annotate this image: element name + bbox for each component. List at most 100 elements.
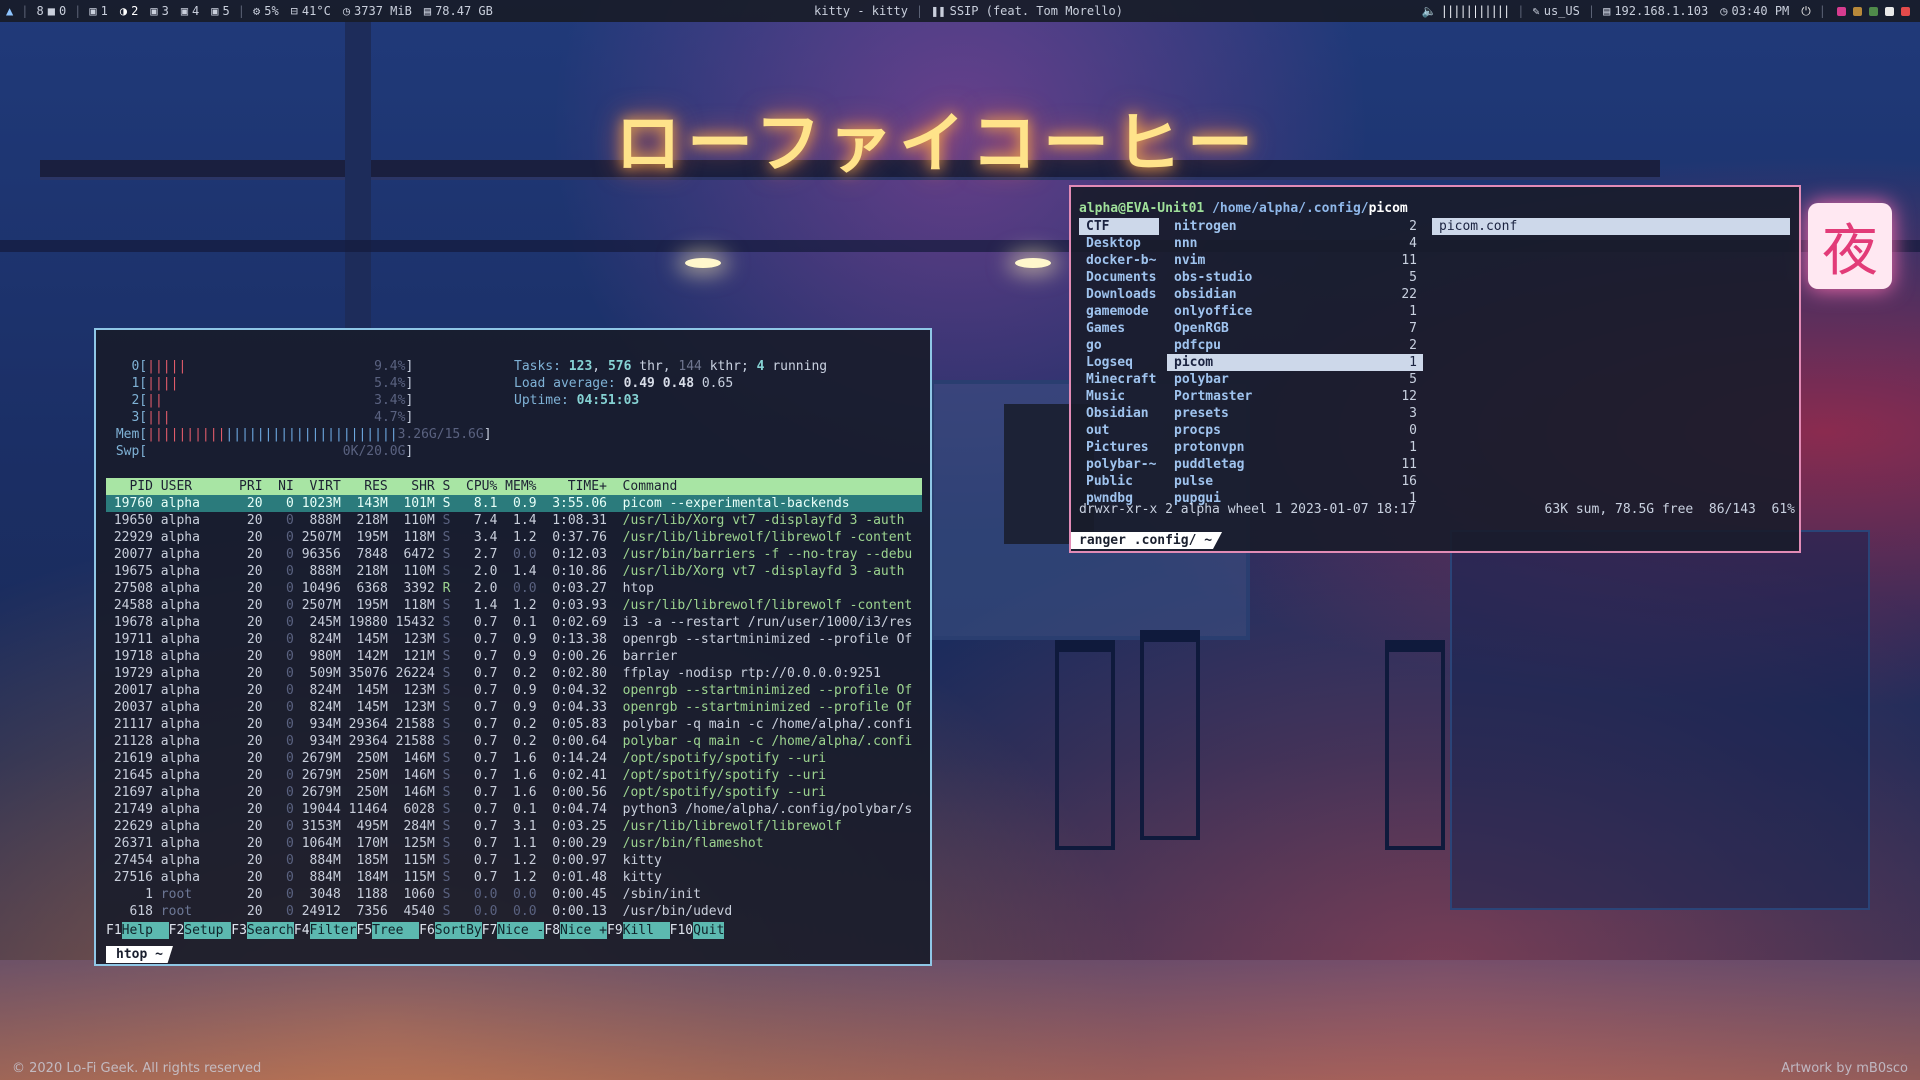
- process-row[interactable]: 21749 alpha 20 0 19044 11464 6028 S 0.7 …: [106, 801, 922, 818]
- workspace-2[interactable]: ◑ 2: [114, 4, 144, 18]
- volume-module[interactable]: 🔈 |||||||||||: [1416, 4, 1515, 18]
- parent-dir-item[interactable]: out: [1079, 422, 1159, 439]
- process-row[interactable]: 1 root 20 0 3048 1188 1060 S 0.0 0.0 0:0…: [106, 886, 922, 903]
- tray-app-icon[interactable]: [1853, 6, 1862, 16]
- tray-app-icon[interactable]: [1837, 6, 1846, 16]
- parent-dir-item[interactable]: Games: [1079, 320, 1159, 337]
- process-row[interactable]: 19718 alpha 20 0 980M 142M 121M S 0.7 0.…: [106, 648, 922, 665]
- current-directory-column[interactable]: nitrogen 2 nnn 4 nvim 11 obs-studio 5 obsidian 22…: [1167, 218, 1423, 507]
- parent-directory-column[interactable]: CTF Desktop docker-b~ Documents Downloads gam…: [1079, 218, 1159, 507]
- function-key-label[interactable]: Search: [246, 922, 294, 939]
- htop-terminal[interactable]: 0[||||| 9.4%] 1[|||| 5.4%] 2[|| 3.4%] 3[…: [94, 328, 932, 966]
- dir-entry[interactable]: OpenRGB 7: [1167, 320, 1423, 337]
- dir-entry[interactable]: pdfcpu 2: [1167, 337, 1423, 354]
- function-key[interactable]: F4: [294, 922, 310, 939]
- process-row[interactable]: 19650 alpha 20 0 888M 218M 110M S 7.4 1.…: [106, 512, 922, 529]
- dir-entry[interactable]: nnn 4: [1167, 235, 1423, 252]
- process-row[interactable]: 21619 alpha 20 0 2679M 250M 146M S 0.7 1…: [106, 750, 922, 767]
- parent-dir-item[interactable]: Obsidian: [1079, 405, 1159, 422]
- temp-module[interactable]: ⊟ 41°C: [285, 4, 337, 18]
- dir-entry[interactable]: nitrogen 2: [1167, 218, 1423, 235]
- process-row[interactable]: 19678 alpha 20 0 245M 19880 15432 S 0.7 …: [106, 614, 922, 631]
- process-row[interactable]: 21645 alpha 20 0 2679M 250M 146M S 0.7 1…: [106, 767, 922, 784]
- dir-entry[interactable]: nvim 11: [1167, 252, 1423, 269]
- memory-module[interactable]: ◷ 3737 MiB: [337, 4, 418, 18]
- workspace-3[interactable]: ▣ 3: [144, 4, 174, 18]
- parent-dir-item[interactable]: CTF: [1079, 218, 1159, 235]
- function-key[interactable]: F7: [482, 922, 498, 939]
- process-row[interactable]: 27516 alpha 20 0 884M 184M 115M S 0.7 1.…: [106, 869, 922, 886]
- network-module[interactable]: ▤ 192.168.1.103: [1597, 4, 1714, 18]
- dir-entry[interactable]: pulse 16: [1167, 473, 1423, 490]
- htop-function-keys[interactable]: F1 Help F2 Setup F3 Search F4 Filter F5 Tree F6…: [106, 922, 922, 939]
- parent-dir-item[interactable]: polybar-~: [1079, 456, 1159, 473]
- dir-entry[interactable]: presets 3: [1167, 405, 1423, 422]
- process-row[interactable]: 21128 alpha 20 0 934M 29364 21588 S 0.7 …: [106, 733, 922, 750]
- dir-entry[interactable]: Portmaster 12: [1167, 388, 1423, 405]
- process-row[interactable]: 27454 alpha 20 0 884M 185M 115M S 0.7 1.…: [106, 852, 922, 869]
- process-row[interactable]: 20077 alpha 20 0 96356 7848 6472 S 2.7 0…: [106, 546, 922, 563]
- process-row[interactable]: 21697 alpha 20 0 2679M 250M 146M S 0.7 1…: [106, 784, 922, 801]
- function-key-label[interactable]: SortBy: [434, 922, 482, 939]
- disk-module[interactable]: ▤ 78.47 GB: [418, 4, 499, 18]
- parent-dir-item[interactable]: Public: [1079, 473, 1159, 490]
- dir-entry[interactable]: procps 0: [1167, 422, 1423, 439]
- preview-file[interactable]: picom.conf: [1432, 218, 1790, 235]
- process-row[interactable]: 19760 alpha 20 0 1023M 143M 101M S 8.1 0…: [106, 495, 922, 512]
- process-row[interactable]: 26371 alpha 20 0 1064M 170M 125M S 0.7 1…: [106, 835, 922, 852]
- process-row[interactable]: 20037 alpha 20 0 824M 145M 123M S 0.7 0.…: [106, 699, 922, 716]
- parent-dir-item[interactable]: gamemode: [1079, 303, 1159, 320]
- parent-dir-item[interactable]: Documents: [1079, 269, 1159, 286]
- tray-app-icon[interactable]: [1901, 6, 1910, 16]
- preview-column[interactable]: picom.conf: [1432, 218, 1790, 235]
- parent-dir-item[interactable]: Pictures: [1079, 439, 1159, 456]
- workspace-5[interactable]: ▣ 5: [205, 4, 235, 18]
- process-row[interactable]: 27508 alpha 20 0 10496 6368 3392 R 2.0 0…: [106, 580, 922, 597]
- function-key[interactable]: F9: [607, 922, 623, 939]
- notification-counter[interactable]: 8 ■ 0: [30, 4, 72, 18]
- function-key-label[interactable]: Tree: [372, 922, 420, 939]
- parent-dir-item[interactable]: Logseq: [1079, 354, 1159, 371]
- dir-entry[interactable]: onlyoffice 1: [1167, 303, 1423, 320]
- dir-entry[interactable]: obs-studio 5: [1167, 269, 1423, 286]
- process-row[interactable]: 22629 alpha 20 0 3153M 495M 284M S 0.7 3…: [106, 818, 922, 835]
- function-key[interactable]: F3: [231, 922, 247, 939]
- tray-app-icon[interactable]: [1869, 6, 1878, 16]
- ranger-terminal[interactable]: alpha@EVA-Unit01 /home/alpha/.config/pic…: [1069, 185, 1801, 553]
- process-table-header[interactable]: PID USER PRI NI VIRT RES SHR S CPU% MEM%…: [106, 478, 922, 495]
- function-key-label[interactable]: Setup: [184, 922, 232, 939]
- process-row[interactable]: 19675 alpha 20 0 888M 218M 110M S 2.0 1.…: [106, 563, 922, 580]
- tray-app-icon[interactable]: [1885, 6, 1894, 16]
- dir-entry[interactable]: obsidian 22: [1167, 286, 1423, 303]
- dir-entry[interactable]: protonvpn 1: [1167, 439, 1423, 456]
- parent-dir-item[interactable]: go: [1079, 337, 1159, 354]
- workspace-4[interactable]: ▣ 4: [175, 4, 205, 18]
- dir-entry[interactable]: polybar 5: [1167, 371, 1423, 388]
- parent-dir-item[interactable]: Desktop: [1079, 235, 1159, 252]
- parent-dir-item[interactable]: Downloads: [1079, 286, 1159, 303]
- function-key[interactable]: F5: [357, 922, 373, 939]
- process-row[interactable]: 20017 alpha 20 0 824M 145M 123M S 0.7 0.…: [106, 682, 922, 699]
- process-row[interactable]: 19711 alpha 20 0 824M 145M 123M S 0.7 0.…: [106, 631, 922, 648]
- function-key-label[interactable]: Nice +: [560, 922, 607, 939]
- keyboard-module[interactable]: ✎ us_US: [1526, 4, 1585, 18]
- function-key[interactable]: F8: [544, 922, 560, 939]
- cpu-module[interactable]: ⚙ 5%: [247, 4, 285, 18]
- function-key-label[interactable]: Filter: [309, 922, 357, 939]
- process-row[interactable]: 618 root 20 0 24912 7356 4540 S 0.0 0.0 …: [106, 903, 922, 920]
- function-key-label[interactable]: Help: [121, 922, 169, 939]
- process-row[interactable]: 19729 alpha 20 0 509M 35076 26224 S 0.7 …: [106, 665, 922, 682]
- arch-linux-icon[interactable]: ▲: [0, 4, 19, 18]
- function-key[interactable]: F6: [419, 922, 435, 939]
- workspace-1[interactable]: ▣ 1: [83, 4, 113, 18]
- parent-dir-item[interactable]: docker-b~: [1079, 252, 1159, 269]
- parent-dir-item[interactable]: Music: [1079, 388, 1159, 405]
- parent-dir-item[interactable]: Minecraft: [1079, 371, 1159, 388]
- function-key-label[interactable]: Nice -: [497, 922, 545, 939]
- now-playing[interactable]: ❚❚ SSIP (feat. Tom Morello): [925, 4, 1129, 18]
- process-row[interactable]: 22929 alpha 20 0 2507M 195M 118M S 3.4 1…: [106, 529, 922, 546]
- pause-icon[interactable]: ❚❚: [931, 4, 945, 18]
- dir-entry[interactable]: puddletag 11: [1167, 456, 1423, 473]
- power-icon[interactable]: ⏻: [1795, 4, 1817, 19]
- process-row[interactable]: 21117 alpha 20 0 934M 29364 21588 S 0.7 …: [106, 716, 922, 733]
